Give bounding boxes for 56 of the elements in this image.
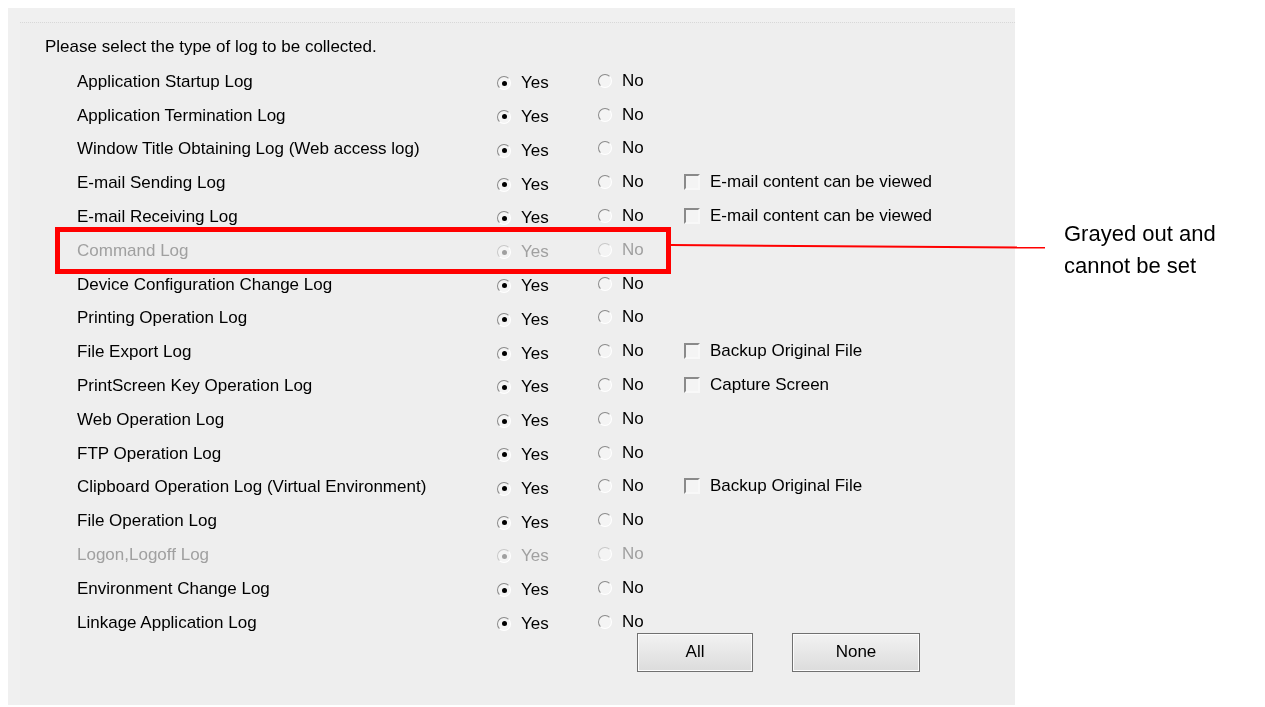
log-type-label: PrintScreen Key Operation Log	[77, 376, 314, 397]
checkbox[interactable]: Capture Screen	[684, 374, 830, 395]
radio-option[interactable]: Yes	[497, 106, 549, 127]
log-type-label: Web Operation Log	[77, 409, 226, 430]
checkbox[interactable]: Backup Original File	[684, 475, 863, 496]
radio-option[interactable]: No	[598, 206, 644, 227]
checkbox[interactable]: E-mail content can be viewed	[684, 171, 933, 192]
log-type-label: E-mail Sending Log	[77, 173, 227, 194]
radio-option[interactable]: No	[598, 510, 644, 531]
radio-option[interactable]: No	[598, 375, 644, 396]
radio-option[interactable]: Yes	[497, 444, 549, 465]
log-type-label: Application Termination Log	[77, 105, 287, 126]
radio-option[interactable]: Yes	[497, 208, 549, 229]
radio-option[interactable]: Yes	[497, 580, 549, 601]
log-type-label: File Export Log	[77, 342, 193, 363]
push-button[interactable]: All	[637, 632, 753, 672]
radio-option[interactable]: Yes	[497, 613, 549, 634]
instruction-text: Please select the type of log to be collected.	[45, 37, 378, 57]
log-type-label: File Operation Log	[77, 511, 218, 532]
radio-option[interactable]: Yes	[497, 512, 549, 533]
radio-option[interactable]: No	[598, 408, 644, 429]
log-type-label: Application Startup Log	[77, 71, 254, 92]
log-type-label: E-mail Receiving Log	[77, 207, 239, 228]
log-type-label: Environment Change Log	[77, 578, 271, 599]
log-type-label: Window Title Obtaining Log (Web access log)	[77, 139, 421, 160]
radio-option[interactable]: No	[598, 442, 644, 463]
log-type-label: Printing Operation Log	[77, 308, 249, 329]
log-type-label: FTP Operation Log	[77, 443, 223, 464]
radio-option[interactable]: No	[598, 273, 644, 294]
log-type-label: Clipboard Operation Log (Virtual Environment)	[77, 477, 428, 498]
checkbox[interactable]: E-mail content can be viewed	[684, 205, 933, 226]
radio-option[interactable]: Yes	[497, 140, 549, 161]
radio-option[interactable]: No	[598, 341, 644, 362]
log-type-label: Device Configuration Change Log	[77, 274, 334, 295]
radio-option[interactable]: Yes	[497, 309, 549, 330]
push-button[interactable]: None	[792, 632, 920, 672]
log-type-label: Command Log	[77, 240, 190, 261]
radio-option[interactable]: No	[598, 138, 644, 159]
radio-option[interactable]: No	[598, 577, 644, 598]
radio-option[interactable]: Yes	[497, 275, 549, 296]
radio-option[interactable]: No	[598, 476, 644, 497]
radio-option[interactable]: No	[598, 70, 644, 91]
annotation-text: Grayed out and cannot be set	[1064, 220, 1217, 280]
radio-option[interactable]: Yes	[497, 174, 549, 195]
radio-option[interactable]: No	[598, 611, 644, 632]
radio-option[interactable]: No	[598, 172, 644, 193]
radio-option[interactable]: No	[598, 307, 644, 328]
checkbox[interactable]: Backup Original File	[684, 340, 863, 361]
log-type-label: Logon,Logoff Log	[77, 545, 211, 566]
radio-option[interactable]: No	[598, 104, 644, 125]
radio-option[interactable]: Yes	[497, 377, 549, 398]
radio-option[interactable]: Yes	[497, 73, 549, 94]
radio-option[interactable]: Yes	[497, 411, 549, 432]
log-type-label: Linkage Application Log	[77, 612, 258, 633]
radio-option[interactable]: Yes	[497, 343, 549, 364]
radio-option[interactable]: Yes	[497, 478, 549, 499]
